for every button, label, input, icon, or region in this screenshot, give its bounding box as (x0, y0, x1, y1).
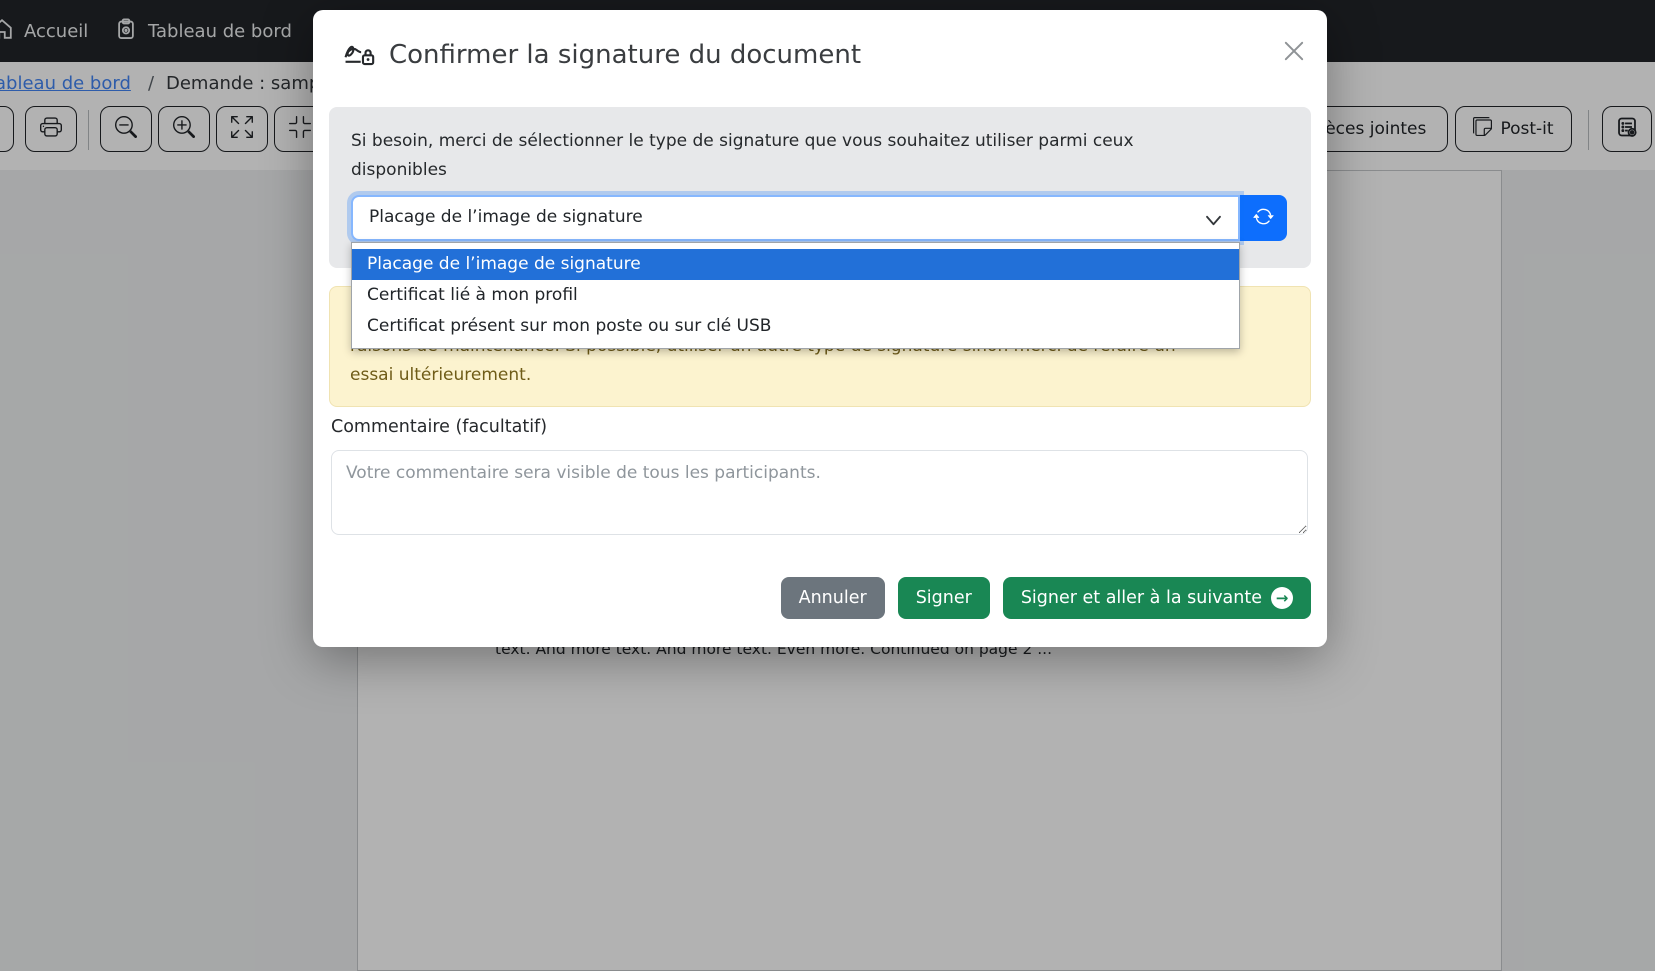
arrow-right-circle-icon: → (1271, 587, 1293, 609)
modal-title: Confirmer la signature du document (389, 40, 861, 70)
close-icon (1280, 37, 1308, 68)
comment-label: Commentaire (facultatif) (331, 417, 547, 437)
signature-type-dropdown: Placage de l’image de signature Certific… (351, 242, 1240, 349)
sign-button[interactable]: Signer (898, 577, 990, 619)
signature-type-value: Placage de l’image de signature (369, 207, 643, 227)
modal-footer: Annuler Signer Signer et aller à la suiv… (781, 577, 1311, 619)
screen: Accueil Tableau de bord Tableau de bord … (0, 0, 1655, 971)
warning-line: essai ultérieurement. (350, 361, 1290, 390)
sign-and-next-label: Signer et aller à la suivante (1021, 588, 1262, 608)
dropdown-option-placage[interactable]: Placage de l’image de signature (352, 249, 1239, 280)
chevron-down-icon (1205, 212, 1222, 231)
dropdown-option-certificat-profil[interactable]: Certificat lié à mon profil (352, 280, 1239, 311)
refresh-signature-types-button[interactable] (1240, 195, 1287, 241)
cancel-button[interactable]: Annuler (781, 577, 885, 619)
comment-textarea[interactable] (331, 450, 1308, 535)
signature-type-row: Placage de l’image de signature (351, 195, 1287, 241)
dropdown-option-certificat-poste[interactable]: Certificat présent sur mon poste ou sur … (352, 311, 1239, 342)
refresh-icon (1253, 206, 1274, 230)
signature-type-help: Si besoin, merci de sélectionner le type… (351, 127, 1231, 185)
signature-lock-icon (342, 36, 376, 74)
sign-and-next-button[interactable]: Signer et aller à la suivante → (1003, 577, 1311, 619)
close-button[interactable] (1278, 36, 1310, 68)
signature-type-select[interactable]: Placage de l’image de signature (351, 195, 1240, 241)
confirm-signature-modal: Confirmer la signature du document Si be… (313, 10, 1327, 647)
